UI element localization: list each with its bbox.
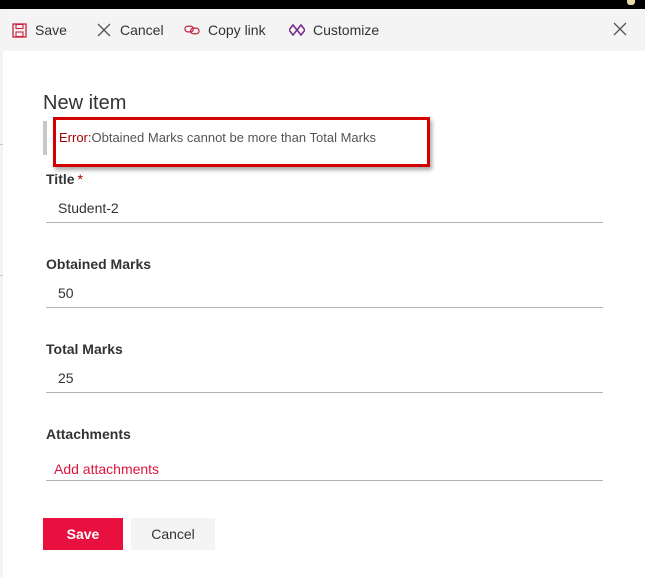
topbar-glyph-icon — [627, 0, 635, 5]
customize-icon — [289, 22, 305, 38]
title-field[interactable] — [46, 193, 603, 223]
save-toolbar-label: Save — [35, 22, 67, 38]
customize-label: Customize — [313, 22, 380, 38]
close-icon[interactable] — [613, 22, 629, 38]
total-marks-label: Total Marks — [46, 341, 123, 357]
top-black-bar — [0, 0, 645, 9]
cancel-toolbar-button[interactable]: Cancel — [96, 9, 164, 51]
cancel-button[interactable]: Cancel — [131, 518, 215, 550]
cancel-toolbar-label: Cancel — [120, 22, 164, 38]
link-icon — [184, 22, 200, 38]
copy-link-button[interactable]: Copy link — [184, 9, 266, 51]
attachments-label: Attachments — [46, 426, 131, 442]
left-edge-divider — [0, 144, 3, 145]
error-prefix: Error: — [59, 130, 92, 145]
required-marker: * — [77, 171, 83, 187]
attachments-underline — [46, 480, 603, 481]
left-edge-strip — [0, 9, 3, 577]
add-attachments-link[interactable]: Add attachments — [54, 460, 159, 478]
cancel-x-icon — [96, 22, 112, 38]
error-message-text: Obtained Marks cannot be more than Total… — [91, 130, 376, 145]
left-edge-divider — [0, 275, 3, 276]
total-marks-field[interactable] — [46, 363, 603, 393]
panel-title: New item — [43, 92, 127, 114]
save-button[interactable]: Save — [43, 518, 123, 550]
title-field-label: Title * — [46, 170, 83, 188]
save-toolbar-button[interactable]: Save — [11, 9, 67, 51]
copy-link-label: Copy link — [208, 22, 266, 38]
customize-button[interactable]: Customize — [289, 9, 379, 51]
save-icon — [11, 22, 27, 38]
command-bar: Save Cancel Copy link Customize — [3, 9, 645, 51]
error-indicator-bar — [43, 121, 47, 155]
obtained-marks-label: Obtained Marks — [46, 256, 152, 272]
error-message: Error:Obtained Marks cannot be more than… — [59, 130, 376, 146]
obtained-marks-field[interactable] — [46, 278, 603, 308]
title-label-text: Title — [46, 171, 75, 187]
